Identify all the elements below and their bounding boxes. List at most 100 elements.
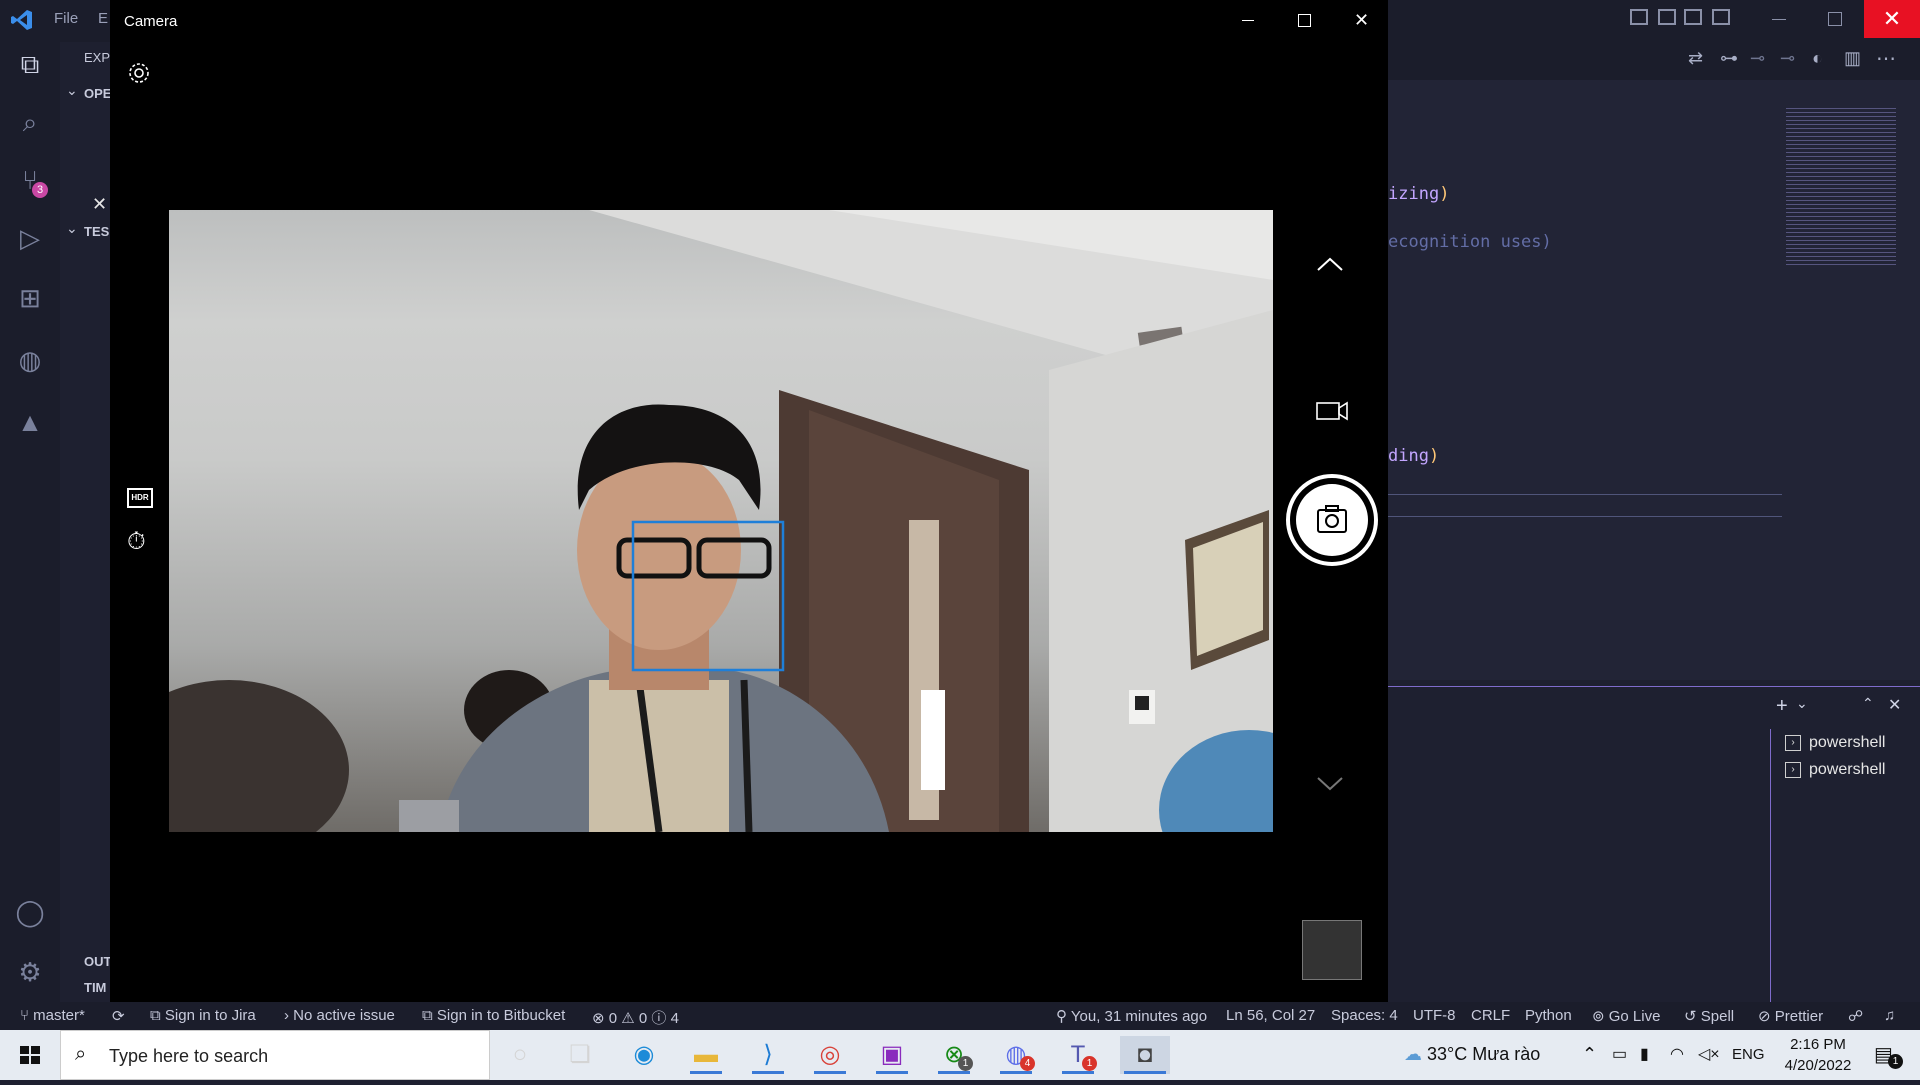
atlassian-icon[interactable]: ▲ [12,404,48,440]
code-line-1: izing) [1388,184,1450,204]
taskbar-search[interactable]: ⌕ Type here to search [60,1030,490,1080]
git-graph-icon[interactable]: ◍ [12,342,48,378]
new-terminal-icon[interactable]: + [1776,695,1788,718]
explorer-icon[interactable]: ⧉ [12,46,48,82]
maximize-panel-icon[interactable]: ⌃ [1862,695,1874,712]
issue-status[interactable]: › No active issue [284,1007,395,1024]
vscode-taskbar-icon[interactable]: ⟩ [748,1036,788,1074]
info-icon: ⓘ [651,1010,671,1027]
terminal-icon: › [1785,761,1801,778]
photo-capture-button[interactable] [1286,474,1378,566]
discord-icon[interactable]: ◍ 4 [996,1036,1036,1074]
toggle-secondary-sidebar-icon[interactable] [1684,9,1702,25]
file-explorer-icon[interactable]: ▬ [686,1036,726,1074]
camera-preview [169,210,1273,832]
branch-status[interactable]: ⑂ master* [20,1007,85,1024]
gallery-thumbnail[interactable] [1302,920,1362,980]
terminal-dropdown-icon[interactable]: ⌄ [1796,695,1808,712]
timeline-header[interactable]: TIM [84,980,106,995]
meet-now-icon[interactable]: ▭ [1612,1044,1627,1064]
terminal-tab[interactable]: › powershell [1785,761,1885,779]
open-editors-header[interactable]: OPE [84,86,111,101]
problems-status[interactable]: ⊗ 0 ⚠ 0 ⓘ 4 [592,1007,679,1028]
blame-status[interactable]: ⚲ You, 31 minutes ago [1056,1007,1207,1025]
xbox-icon[interactable]: ⊗ 1 [934,1036,974,1074]
start-button[interactable] [0,1030,60,1080]
split-editor-icon[interactable]: ▥ [1844,48,1861,69]
spell-status[interactable]: ↺ Spell [1684,1007,1734,1025]
input-language[interactable]: ENG [1732,1046,1765,1063]
chevron-up-icon[interactable] [1316,248,1344,279]
minimize-icon[interactable] [1772,19,1786,20]
timer-icon[interactable]: ⏱ [127,528,146,556]
window-controls: ✕ [1620,0,1920,42]
source-control-icon[interactable]: ⑂ 3 [12,162,48,198]
cortana-icon[interactable]: ○ [500,1036,540,1074]
bitbucket-status[interactable]: ⧉ Sign in to Bitbucket [422,1007,565,1024]
camera-close-icon[interactable]: ✕ [1354,10,1369,31]
terminal-icon: › [1785,734,1801,751]
volume-muted-icon[interactable]: ◁× [1698,1044,1720,1064]
purple-app-icon[interactable]: ▣ [872,1036,912,1074]
extensions-icon[interactable]: ⊞ [12,280,48,316]
wifi-icon[interactable]: ◠ [1670,1044,1684,1064]
close-button[interactable]: ✕ [1864,0,1920,38]
golive-status[interactable]: ⊚ Go Live [1592,1007,1660,1025]
notification-center-icon[interactable]: ▤ 1 [1874,1042,1903,1069]
menu-edit[interactable]: E [98,10,108,27]
run-debug-icon[interactable]: ▷ [12,220,48,256]
chrome-icon[interactable]: ◎ [810,1036,850,1074]
activity-bar: ⧉ ⌕ ⑂ 3 ▷ ⊞ ◍ ▲ ◯ ⚙ [0,42,60,1002]
git-prev-icon[interactable]: ⊸ [1750,48,1765,69]
close-icon: ✕ [1882,6,1902,31]
battery-icon[interactable]: ▮ [1640,1044,1649,1064]
toggle-sidebar-icon[interactable] [1630,9,1648,25]
open-changes-icon[interactable]: ⇄ [1688,48,1703,69]
chevron-down-icon[interactable] [1316,776,1344,797]
cursor-position[interactable]: Ln 56, Col 27 [1226,1007,1315,1024]
explorer-title: EXP [84,50,111,65]
eol-status[interactable]: CRLF [1471,1007,1510,1024]
notifications-bell-icon[interactable]: ♫ [1884,1007,1895,1024]
clock[interactable]: 2:16 PM 4/20/2022 [1772,1034,1864,1076]
terminal-tab[interactable]: › powershell [1785,734,1885,752]
layout-icon[interactable] [1712,9,1730,25]
clock-date: 4/20/2022 [1784,1057,1852,1074]
encoding-status[interactable]: UTF-8 [1413,1007,1456,1024]
edge-icon[interactable]: ◉ [624,1036,664,1074]
show-hidden-icons[interactable]: ⌃ [1582,1044,1597,1065]
hdr-icon[interactable]: HDR [127,488,153,508]
running-indicator [1062,1071,1094,1074]
more-actions-icon[interactable]: ⋯ [1876,46,1896,71]
teams-icon[interactable]: T1 [1058,1036,1098,1074]
feedback-icon[interactable]: ☍ [1848,1007,1863,1025]
camera-taskbar-icon[interactable]: ◘ [1120,1036,1170,1074]
close-editor-icon[interactable]: ✕ [92,194,107,215]
gitlens-icon[interactable]: ◐ [1812,48,1823,69]
windows-icon [20,1046,40,1064]
minimap[interactable] [1786,108,1896,268]
search-icon[interactable]: ⌕ [12,104,48,140]
weather-widget[interactable]: ☁ 33°C Mưa rào [1404,1044,1540,1065]
video-mode-icon[interactable] [1316,400,1348,427]
git-next-icon[interactable]: ⊸ [1780,48,1795,69]
camera-minimize-icon[interactable] [1242,20,1254,21]
outline-header[interactable]: OUT [84,954,111,969]
menu-file[interactable]: File [54,10,78,27]
discord-badge: 4 [1020,1056,1035,1071]
close-panel-icon[interactable]: ✕ [1888,695,1901,715]
sync-icon[interactable]: ⟳ [112,1007,125,1025]
task-view-icon[interactable]: ❏ [560,1036,600,1074]
camera-maximize-icon[interactable] [1298,14,1311,27]
prettier-status[interactable]: ⊘ Prettier [1758,1007,1823,1025]
toggle-panel-icon[interactable] [1658,9,1676,25]
account-icon[interactable]: ◯ [12,894,48,930]
tests-header[interactable]: TES [84,224,109,239]
git-commit-icon[interactable]: ⊶ [1720,48,1738,69]
language-status[interactable]: Python [1525,1007,1572,1024]
settings-icon[interactable] [126,60,152,91]
indentation-status[interactable]: Spaces: 4 [1331,1007,1398,1024]
restore-icon[interactable] [1828,12,1842,26]
jira-status[interactable]: ⧉ Sign in to Jira [150,1007,256,1024]
manage-gear-icon[interactable]: ⚙ [12,954,48,990]
